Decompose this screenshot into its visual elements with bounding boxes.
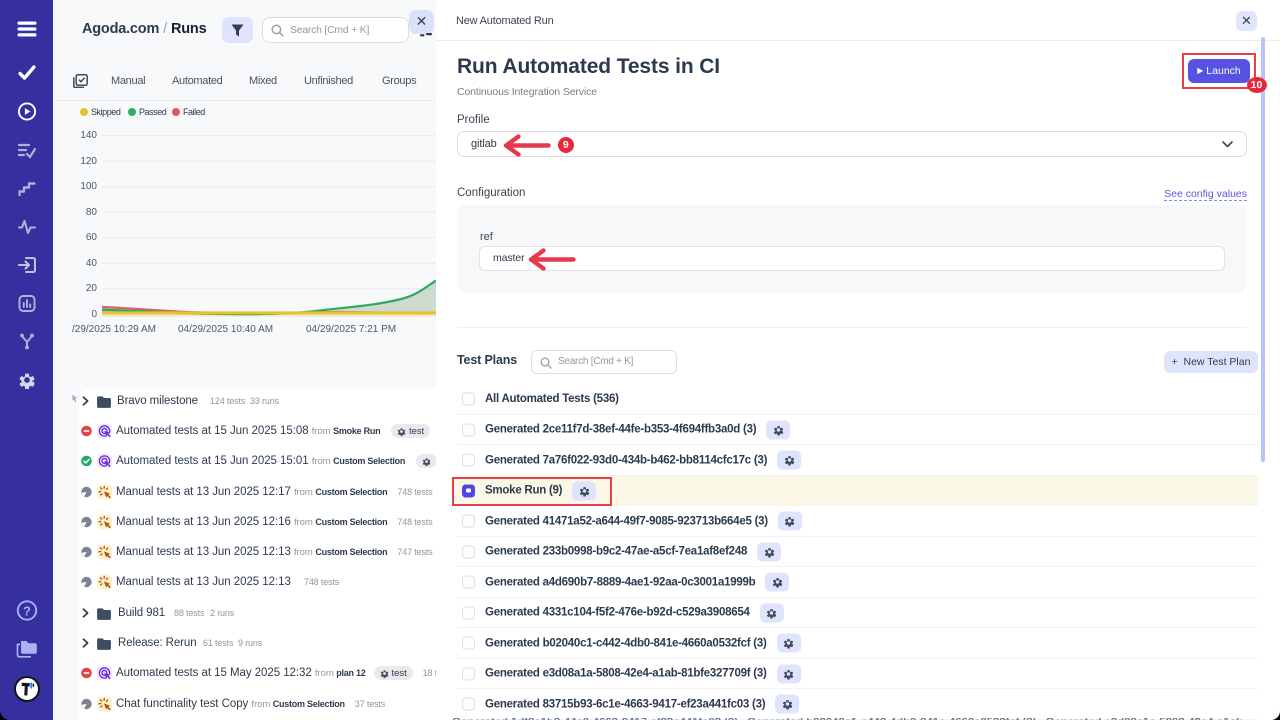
svg-text:?: ? bbox=[23, 604, 31, 618]
